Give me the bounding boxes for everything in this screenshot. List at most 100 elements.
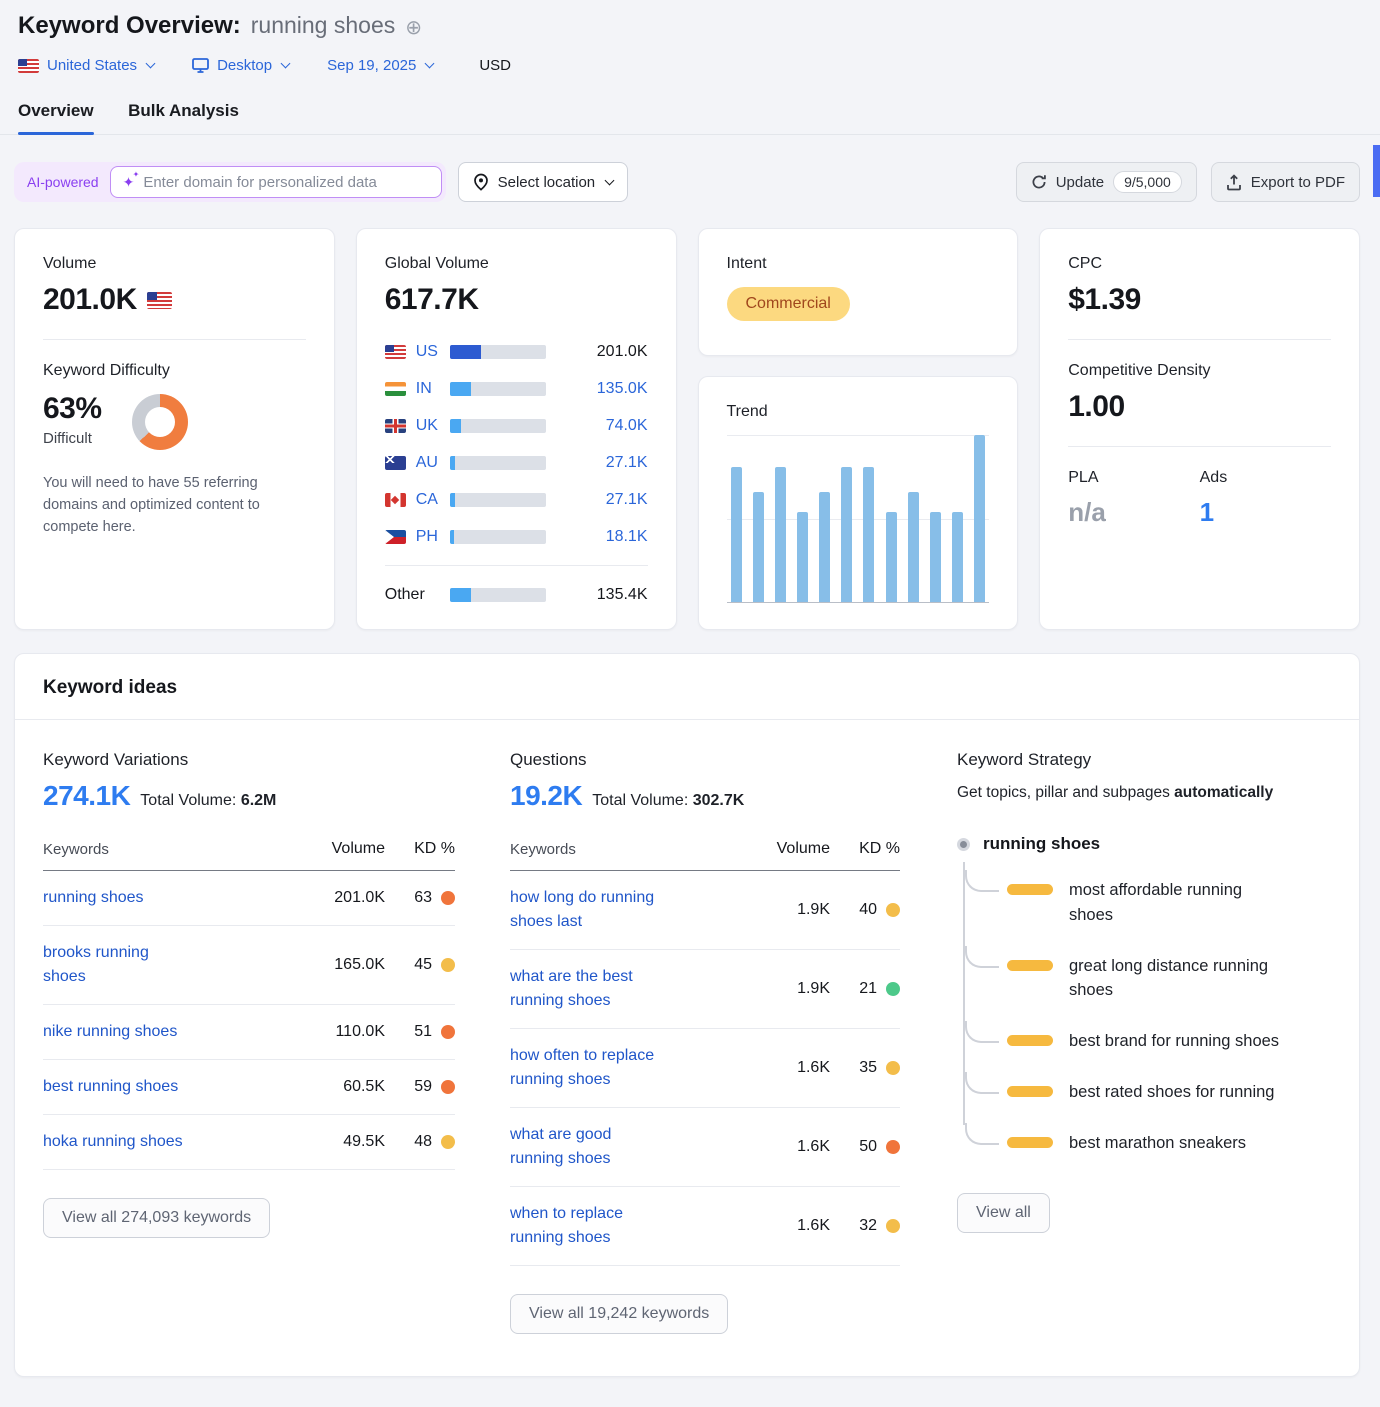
update-quota-badge: 9/5,000 (1113, 171, 1182, 193)
trend-bar (863, 467, 874, 602)
kd-dot (441, 1025, 455, 1039)
volume-card: Volume 201.0K Keyword Difficulty 63% Dif… (14, 228, 335, 630)
scrollbar-thumb[interactable] (1373, 145, 1380, 197)
strategy-topic[interactable]: great long distance running shoes (1007, 954, 1331, 1004)
keyword-ideas-title: Keyword ideas (15, 654, 1359, 720)
au-flag-icon (385, 456, 406, 470)
pla-value: n/a (1068, 497, 1199, 528)
update-button[interactable]: Update 9/5,000 (1016, 162, 1197, 202)
country-row: CA 27.1K (385, 481, 648, 518)
country-volume-bar (450, 345, 546, 359)
trend-label: Trend (727, 403, 990, 421)
other-countries-row: Other 135.4K (385, 576, 648, 613)
kd-dot (886, 1061, 900, 1075)
questions-section: Questions 19.2K Total Volume: 302.7K Key… (510, 750, 900, 1334)
keyword-link[interactable]: what are the best running shoes (510, 965, 670, 1013)
questions-total-volume: 302.7K (693, 792, 745, 809)
country-row: IN 135.0K (385, 370, 648, 407)
keyword-link[interactable]: nike running shoes (43, 1020, 215, 1044)
topic-bar-icon (1007, 1086, 1053, 1097)
keyword-link[interactable]: how long do running shoes last (510, 886, 682, 934)
kd-label: Keyword Difficulty (43, 362, 306, 380)
keyword-link[interactable]: when to replace running shoes (510, 1202, 660, 1250)
uk-flag-icon (385, 419, 406, 433)
pla-label: PLA (1068, 469, 1199, 487)
country-row: PH 18.1K (385, 518, 648, 555)
trend-bar (930, 512, 941, 602)
ai-powered-badge: AI-powered (27, 174, 99, 190)
export-pdf-button[interactable]: Export to PDF (1211, 162, 1360, 202)
country-volume-bar (450, 493, 546, 507)
kd-dot (441, 1135, 455, 1149)
root-node-icon (957, 838, 970, 851)
tab-bulk-analysis[interactable]: Bulk Analysis (128, 101, 239, 134)
trend-chart (727, 435, 990, 603)
country-row: AU 27.1K (385, 444, 648, 481)
view-all-variations-button[interactable]: View all 274,093 keywords (43, 1198, 270, 1238)
page-title-keyword: running shoes (251, 12, 396, 39)
variations-count[interactable]: 274.1K (43, 780, 130, 812)
table-row: what are good running shoes 1.6K 50 (510, 1108, 900, 1187)
strategy-topic[interactable]: best brand for running shoes (1007, 1029, 1331, 1054)
keyword-link[interactable]: best running shoes (43, 1075, 215, 1099)
topic-bar-icon (1007, 1137, 1053, 1148)
table-row: how often to replace running shoes 1.6K … (510, 1029, 900, 1108)
location-pin-icon (473, 173, 489, 191)
table-header: Keywords Volume KD % (510, 840, 900, 871)
country-volume-bar (450, 456, 546, 470)
toolbar: AI-powered ✦✦ Enter domain for personali… (14, 162, 1360, 202)
table-row: brooks running shoes 165.0K 45 (43, 926, 455, 1005)
questions-count[interactable]: 19.2K (510, 780, 582, 812)
select-location-button[interactable]: Select location (458, 162, 629, 202)
cpc-value: $1.39 (1068, 283, 1331, 317)
keyword-link[interactable]: how often to replace running shoes (510, 1044, 682, 1092)
country-volume-bar (450, 382, 546, 396)
trend-bar (797, 512, 808, 602)
keyword-link[interactable]: hoka running shoes (43, 1130, 215, 1154)
strategy-tree: running shoes most affordable running sh… (957, 834, 1331, 1155)
intent-badge[interactable]: Commercial (727, 287, 850, 321)
global-volume-value: 617.7K (385, 283, 648, 317)
chevron-down-icon (146, 59, 156, 69)
strategy-root-keyword[interactable]: running shoes (983, 834, 1100, 854)
country-row: UK 74.0K (385, 407, 648, 444)
view-all-strategy-button[interactable]: View all (957, 1193, 1050, 1233)
kd-level: Difficult (43, 430, 102, 447)
us-flag-icon (147, 292, 172, 309)
table-row: what are the best running shoes 1.9K 21 (510, 950, 900, 1029)
cpc-label: CPC (1068, 255, 1331, 273)
trend-bar (952, 512, 963, 602)
trend-bar (886, 512, 897, 602)
kd-donut (132, 394, 188, 450)
keyword-link[interactable]: brooks running shoes (43, 941, 193, 989)
trend-bar (775, 467, 786, 602)
strategy-topic[interactable]: best marathon sneakers (1007, 1131, 1331, 1156)
intent-label: Intent (727, 255, 990, 273)
trend-bar (819, 492, 830, 602)
ads-label: Ads (1200, 469, 1331, 487)
strategy-topic[interactable]: best rated shoes for running (1007, 1080, 1331, 1105)
keyword-link[interactable]: what are good running shoes (510, 1123, 650, 1171)
table-row: how long do running shoes last 1.9K 40 (510, 871, 900, 950)
ads-value[interactable]: 1 (1200, 497, 1331, 528)
add-keyword-icon[interactable]: ⊕ (405, 15, 422, 40)
desktop-icon (192, 58, 209, 73)
export-icon (1226, 174, 1242, 191)
global-volume-label: Global Volume (385, 255, 648, 273)
table-row: best running shoes 60.5K 59 (43, 1060, 455, 1115)
variations-total-volume: 6.2M (241, 792, 277, 809)
topic-bar-icon (1007, 884, 1053, 895)
strategy-topic[interactable]: most affordable running shoes (1007, 878, 1331, 928)
currency-label: USD (479, 57, 511, 74)
device-filter[interactable]: Desktop (192, 57, 289, 74)
strategy-subtitle: Get topics, pillar and subpages automati… (957, 784, 1331, 802)
view-all-questions-button[interactable]: View all 19,242 keywords (510, 1294, 728, 1334)
keyword-link[interactable]: running shoes (43, 886, 215, 910)
date-filter[interactable]: Sep 19, 2025 (327, 57, 433, 74)
volume-label: Volume (43, 255, 306, 273)
country-row: US 201.0K (385, 333, 648, 370)
tab-bar: Overview Bulk Analysis (0, 101, 1380, 135)
tab-overview[interactable]: Overview (18, 101, 94, 134)
domain-input[interactable]: ✦✦ Enter domain for personalized data (110, 166, 442, 198)
country-filter[interactable]: United States (18, 57, 154, 74)
